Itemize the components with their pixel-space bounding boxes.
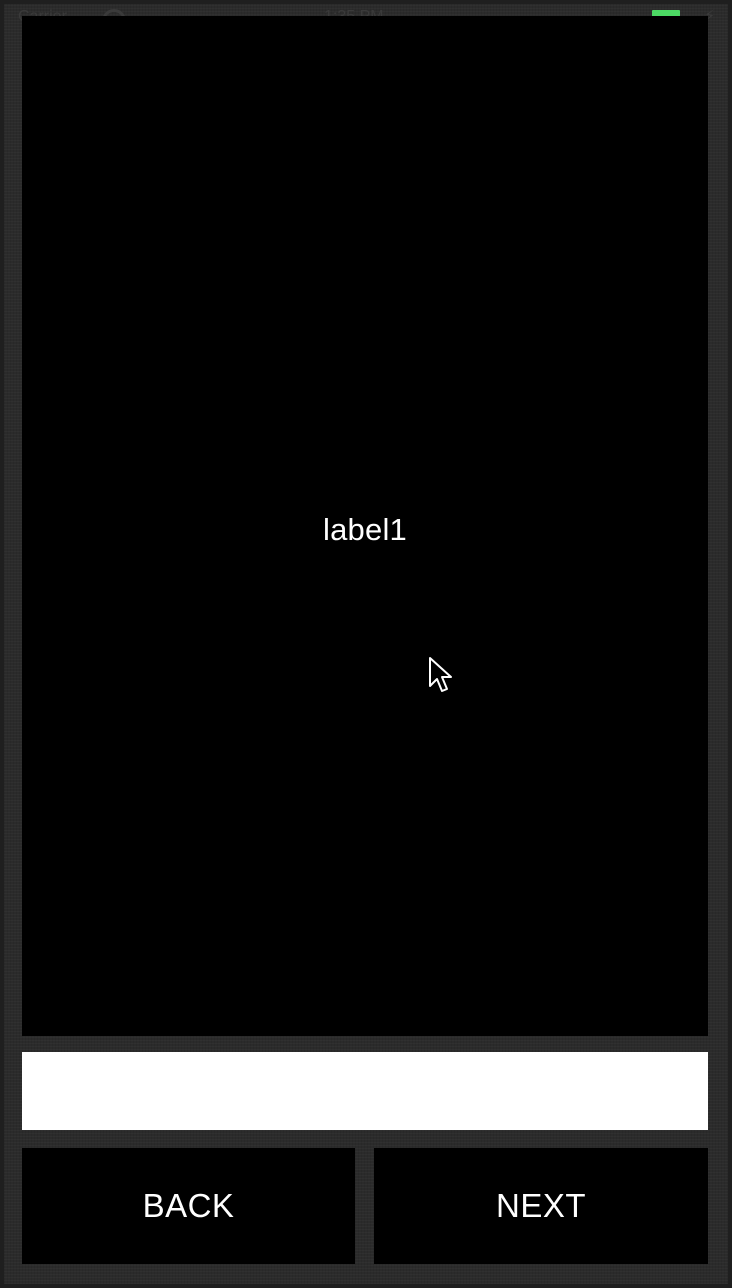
back-button[interactable]: BACK: [22, 1148, 355, 1264]
text-input-field[interactable]: [22, 1052, 708, 1130]
next-button[interactable]: NEXT: [374, 1148, 708, 1264]
simulator-screen: Carrier 1:35 PM ⚡ label1 BACK NEXT: [0, 0, 732, 1288]
display-label: label1: [323, 512, 407, 547]
mouse-cursor-icon: [429, 657, 452, 692]
display-panel: label1: [22, 16, 708, 1036]
